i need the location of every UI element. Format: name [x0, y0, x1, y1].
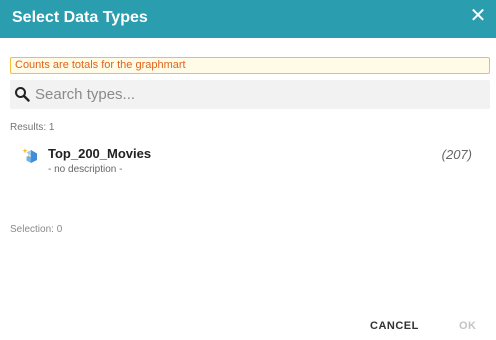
search-input[interactable]: [35, 84, 475, 105]
cancel-button[interactable]: CANCEL: [370, 320, 419, 332]
type-description: - no description -: [48, 164, 123, 175]
close-icon[interactable]: ✕: [468, 5, 488, 27]
selection-count: Selection: 0: [10, 224, 63, 235]
counts-notice: Counts are totals for the graphmart: [10, 57, 490, 74]
ok-button[interactable]: OK: [459, 320, 477, 332]
search-box[interactable]: [10, 80, 490, 109]
results-count: Results: 1: [10, 122, 55, 133]
list-item[interactable]: Top_200_Movies - no description - (207): [10, 140, 486, 182]
type-name: Top_200_Movies: [48, 146, 152, 161]
dialog-title: Select Data Types: [12, 9, 148, 26]
dialog-header: Select Data Types ✕: [0, 0, 496, 38]
data-type-icon: [22, 148, 37, 163]
type-count: (207): [441, 147, 472, 162]
search-icon: [15, 87, 30, 102]
